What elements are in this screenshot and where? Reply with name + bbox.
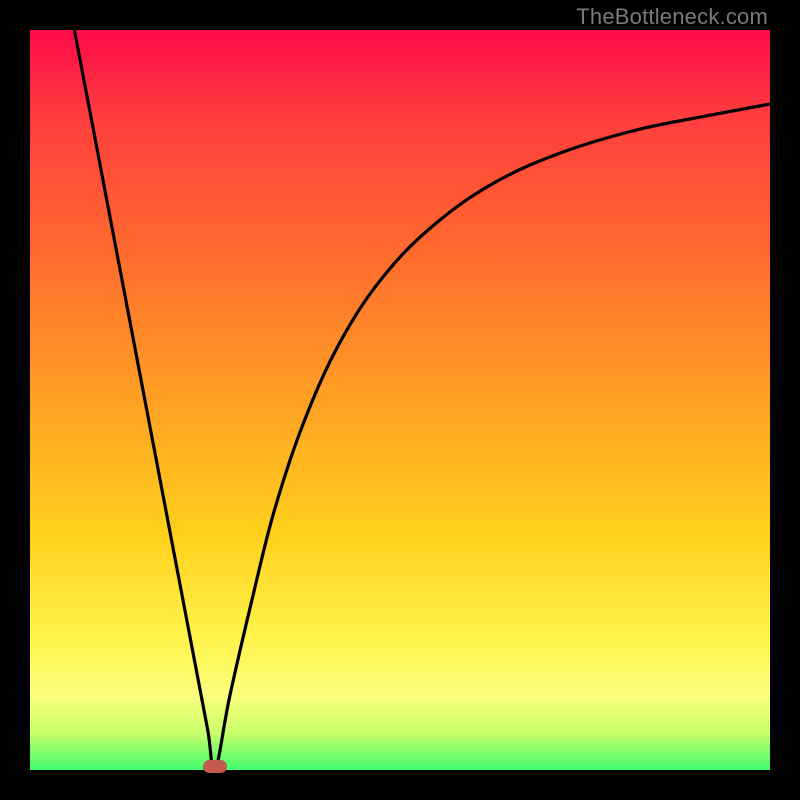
- bottleneck-curve: [30, 30, 770, 770]
- watermark-text: TheBottleneck.com: [576, 4, 768, 30]
- optimum-marker: [203, 760, 227, 773]
- chart-frame: TheBottleneck.com: [0, 0, 800, 800]
- plot-area: [30, 30, 770, 770]
